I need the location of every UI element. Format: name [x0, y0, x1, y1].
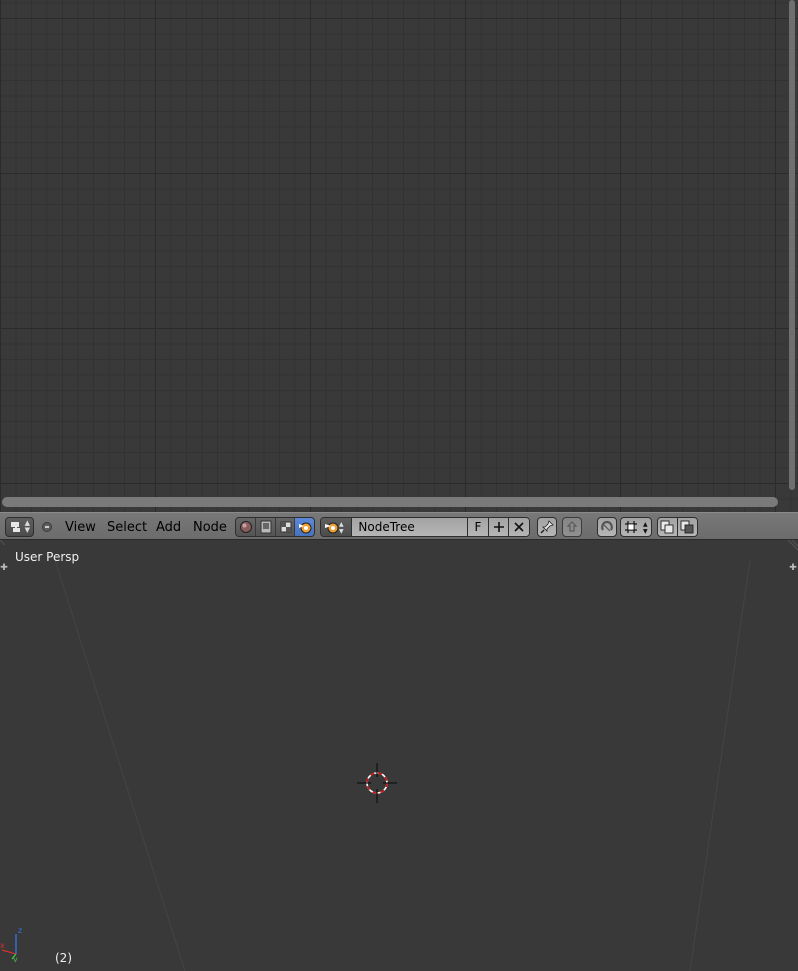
node-editor-type-icon [11, 522, 20, 532]
node-tree-name-field[interactable]: NodeTree [352, 518, 469, 536]
svg-text:x: x [0, 941, 5, 950]
3d-viewport[interactable]: ✚ ✚ User Persp z x y (2) [0, 540, 798, 971]
unlink-node-tree-button[interactable] [509, 518, 529, 536]
texture-button[interactable] [275, 518, 296, 536]
paste-nodes-button[interactable] [678, 518, 697, 536]
copy-paste-group [657, 517, 698, 537]
svg-text:▼: ▼ [643, 528, 648, 535]
viewport-overlay [0, 540, 798, 971]
snap-grid-icon: ▲ ▼ [625, 521, 648, 535]
copy-nodes-button[interactable] [658, 518, 678, 536]
node-tree-datablock: ▲ ▼ NodeTree F [320, 517, 530, 537]
svg-text:▲: ▲ [643, 521, 648, 528]
snap-toggle-button[interactable] [597, 517, 617, 537]
parent-node-tree-icon [566, 521, 578, 532]
3d-cursor-icon[interactable] [355, 761, 399, 805]
node-editor-horizontal-scrollbar[interactable] [2, 497, 778, 507]
editor-type-selector[interactable]: ▲ ▼ [5, 517, 34, 537]
world-shader-button[interactable] [255, 518, 276, 536]
blender-window: ▲ ▼ View Select Add Node ▲ ▼ NodeTree F … [0, 0, 798, 971]
object-shader-button[interactable] [236, 518, 256, 536]
pin-button[interactable] [537, 517, 557, 537]
parent-node-tree-button[interactable] [562, 517, 582, 537]
view-perspective-label: User Persp [15, 550, 80, 564]
svg-text:z: z [18, 926, 22, 935]
menu-select[interactable]: Select [107, 520, 147, 535]
paste-icon [680, 520, 694, 534]
render-engine-icon: ▲ ▼ [325, 521, 344, 535]
magnet-icon [601, 520, 613, 532]
texture-icon [280, 521, 291, 533]
pin-icon [540, 520, 554, 534]
object-shader-icon [240, 521, 252, 533]
world-shader-icon [260, 520, 272, 534]
plus-icon [493, 522, 504, 532]
updown-arrows-icon: ▲ ▼ [24, 519, 30, 534]
new-node-tree-button[interactable] [488, 518, 510, 536]
toolshelf-expand-icon[interactable]: ✚ [0, 563, 8, 573]
node-editor-header: ▲ ▼ View Select Add Node ▲ ▼ NodeTree F … [0, 512, 798, 540]
node-editor-canvas[interactable] [0, 0, 798, 512]
svg-text:y: y [13, 955, 18, 962]
svg-text:▼: ▼ [339, 528, 344, 535]
collapse-menus-button[interactable] [42, 522, 52, 532]
current-frame-label: (2) [55, 951, 72, 965]
menu-node[interactable]: Node [193, 520, 227, 535]
snap-element-selector[interactable]: ▲ ▼ [620, 517, 652, 537]
menu-view[interactable]: View [65, 520, 96, 535]
browse-node-tree-button[interactable]: ▲ ▼ [321, 518, 353, 536]
render-engine-icon [299, 522, 312, 534]
menu-add[interactable]: Add [156, 520, 181, 535]
svg-text:▲: ▲ [339, 521, 344, 528]
axis-gizmo-icon: z x y [0, 926, 22, 962]
copy-icon [660, 520, 674, 534]
fake-user-button[interactable]: F [468, 518, 489, 536]
render-engine-shader-button[interactable] [295, 518, 314, 536]
shader-type-selector [235, 517, 315, 537]
node-editor-vertical-scrollbar[interactable] [789, 0, 795, 490]
properties-expand-icon[interactable]: ✚ [789, 563, 797, 573]
close-icon [514, 522, 524, 532]
